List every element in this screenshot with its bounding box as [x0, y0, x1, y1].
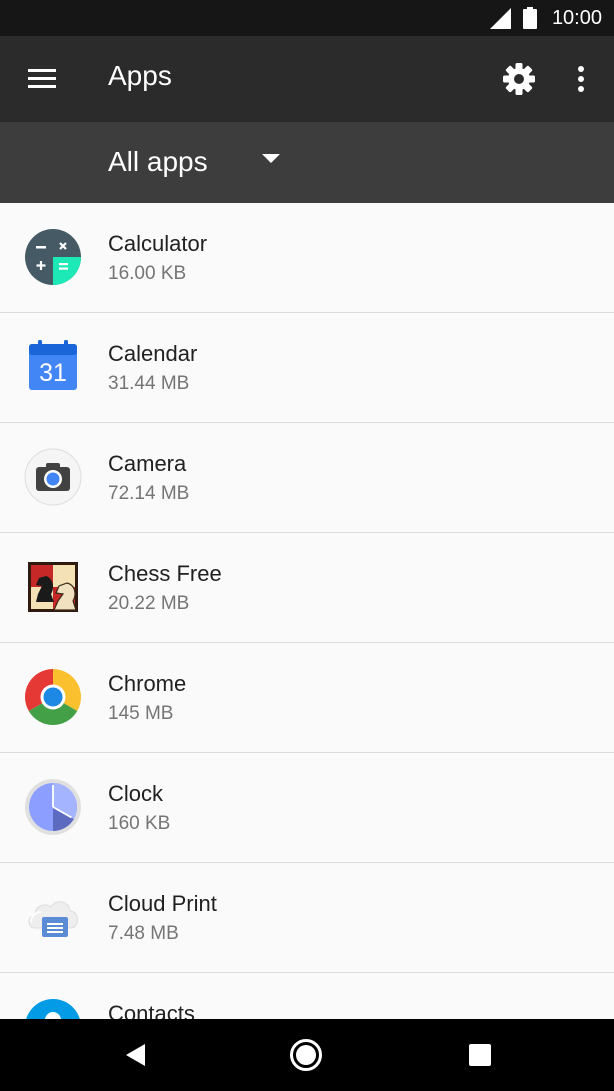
camera-icon [24, 448, 82, 506]
app-name: Chess Free [108, 561, 222, 586]
back-icon [126, 1044, 145, 1066]
app-list-item-camera[interactable]: Camera 72.14 MB [0, 423, 614, 533]
calendar-icon: 31 [29, 340, 77, 390]
calendar-icon-day: 31 [39, 359, 67, 387]
chrome-icon [24, 669, 82, 726]
filter-label: All apps [108, 146, 208, 177]
app-size: 20.22 MB [108, 593, 190, 614]
signal-icon [490, 8, 511, 29]
app-list-item-chrome[interactable]: Chrome 145 MB [0, 643, 614, 753]
status-time: 10:00 [551, 7, 602, 29]
app-name: Contacts [108, 1001, 195, 1019]
recents-button[interactable] [462, 1037, 498, 1073]
app-size: 31.44 MB [108, 373, 190, 394]
arrow-drop-down-icon [262, 154, 280, 163]
app-filter-dropdown[interactable]: All apps [0, 122, 614, 203]
contacts-icon [26, 999, 80, 1019]
app-name: Cloud Print [108, 891, 217, 916]
more-vert-icon [578, 66, 584, 92]
more-options-button[interactable] [566, 58, 596, 100]
clock-icon [25, 779, 81, 835]
back-button[interactable] [118, 1037, 154, 1073]
menu-button[interactable] [20, 58, 62, 100]
navigation-bar [0, 1019, 614, 1091]
cloud-print-icon [28, 901, 78, 937]
home-button[interactable] [288, 1037, 324, 1073]
app-name: Calculator [108, 231, 208, 256]
app-size: 160 KB [108, 813, 171, 834]
app-list-item-calculator[interactable]: Calculator 16.00 KB [0, 203, 614, 313]
recents-icon [469, 1044, 491, 1066]
app-size: 16.00 KB [108, 263, 187, 284]
app-list-item-clock[interactable]: Clock 160 KB [0, 753, 614, 863]
chess-icon [28, 562, 78, 612]
app-list-item-calendar[interactable]: 31 Calendar 31.44 MB [0, 313, 614, 423]
app-name: Calendar [108, 341, 198, 366]
battery-icon [523, 7, 537, 29]
home-icon [290, 1039, 322, 1071]
calculator-icon [25, 229, 81, 285]
app-bar: Apps [0, 36, 614, 122]
page-title: Apps [108, 60, 172, 91]
app-list-item-chess-free[interactable]: Chess Free 20.22 MB [0, 533, 614, 643]
app-name: Camera [108, 451, 187, 476]
app-list-item-contacts[interactable]: Contacts [0, 973, 614, 1019]
app-list: Calculator 16.00 KB 31 Calendar 31.44 MB… [0, 203, 614, 1019]
status-bar: 10:00 [0, 0, 614, 36]
app-size: 72.14 MB [108, 483, 190, 504]
app-name: Clock [108, 781, 164, 806]
app-size: 7.48 MB [108, 923, 179, 944]
gear-icon [503, 63, 535, 95]
app-name: Chrome [108, 671, 187, 696]
app-list-item-cloud-print[interactable]: Cloud Print 7.48 MB [0, 863, 614, 973]
menu-icon [28, 69, 56, 88]
app-size: 145 MB [108, 703, 174, 724]
settings-button[interactable] [498, 58, 540, 100]
